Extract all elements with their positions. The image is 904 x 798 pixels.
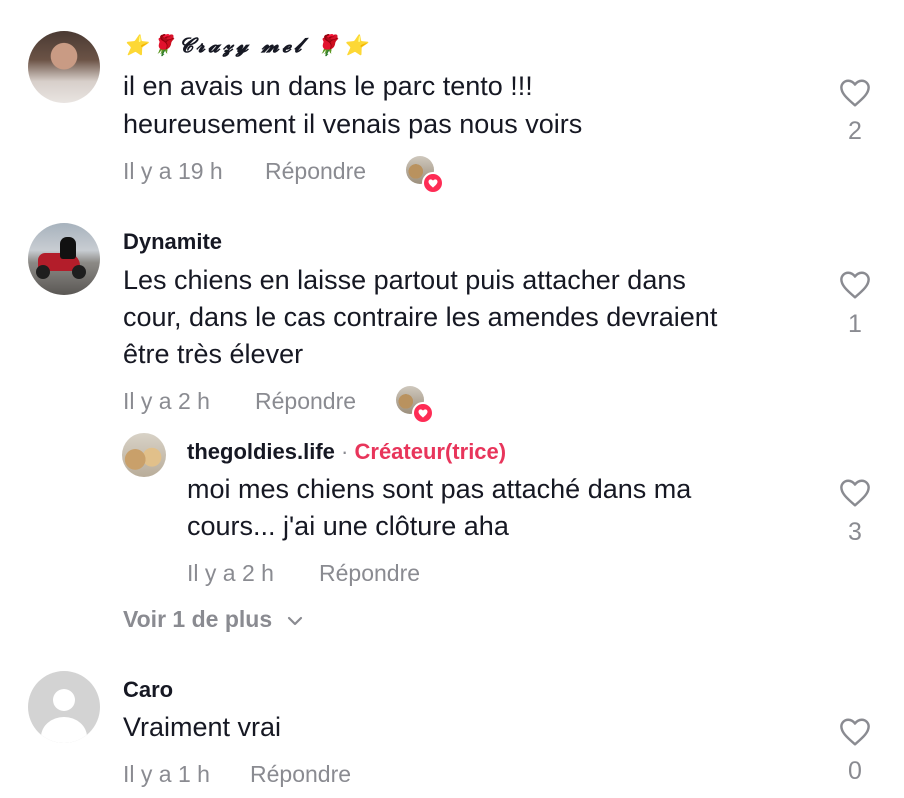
comment-username[interactable]: Caro <box>123 677 173 703</box>
heart-filled-icon <box>422 172 444 194</box>
like-count: 0 <box>848 757 862 785</box>
avatar[interactable] <box>122 433 166 477</box>
reply-button[interactable]: Répondre <box>255 388 356 415</box>
comment-timestamp: Il y a 19 h <box>123 158 223 184</box>
comment-text-line: moi mes chiens sont pas attaché dans ma <box>187 474 692 504</box>
reply-button[interactable]: Répondre <box>265 158 366 185</box>
like-count: 1 <box>848 310 862 338</box>
heart-filled-icon <box>412 402 434 424</box>
creator-liked-indicator <box>396 386 434 424</box>
wheel-shape <box>72 265 86 279</box>
comment-username[interactable]: ⭐🌹𝓒𝓻𝓪𝔃𝔂 𝓶𝓮𝓵 🌹⭐ <box>123 33 370 57</box>
avatar[interactable] <box>28 31 100 103</box>
comment-timestamp: Il y a 1 h <box>123 761 210 787</box>
reply-username[interactable]: thegoldies.life <box>187 439 335 464</box>
comment-text-line: cour, dans le cas contraire les amendes … <box>123 302 718 332</box>
comment-text-line: cours... j'ai une clôture aha <box>187 511 509 541</box>
creator-badge: Créateur(trice) <box>354 439 507 464</box>
avatar[interactable] <box>28 223 100 295</box>
separator-dot: · <box>341 439 349 464</box>
like-count: 3 <box>848 518 862 546</box>
reply-button[interactable]: Répondre <box>319 560 420 587</box>
comment-timestamp: Il y a 2 h <box>187 560 274 586</box>
avatar[interactable] <box>28 671 100 743</box>
heart-outline-icon[interactable] <box>838 270 872 300</box>
like-count: 2 <box>848 117 862 145</box>
view-more-label: Voir 1 de plus <box>123 606 273 632</box>
heart-outline-icon[interactable] <box>838 78 872 108</box>
heart-outline-icon[interactable] <box>838 478 872 508</box>
reply-username-row: thegoldies.life · Créateur(trice) <box>187 439 506 465</box>
comment-text-line: Les chiens en laisse partout puis attach… <box>123 265 686 295</box>
comment-text-line: heureusement il venais pas nous voirs <box>123 109 583 139</box>
comment-text-line: être très élever <box>123 339 304 369</box>
creator-liked-indicator <box>406 156 444 194</box>
view-more-replies-button[interactable]: Voir 1 de plus <box>123 606 303 633</box>
default-avatar-head <box>53 689 75 711</box>
comment-username[interactable]: Dynamite <box>123 229 222 255</box>
reply-button[interactable]: Répondre <box>250 761 351 788</box>
wheel-shape <box>36 265 50 279</box>
comment-text-line: il en avais un dans le parc tento !!! <box>123 71 533 101</box>
rider-shape <box>60 237 76 259</box>
comment-timestamp: Il y a 2 h <box>123 388 210 414</box>
default-avatar-body <box>41 717 87 743</box>
heart-outline-icon[interactable] <box>838 717 872 747</box>
comment-text-line: Vraiment vrai <box>123 712 282 742</box>
chevron-down-icon <box>287 616 302 626</box>
